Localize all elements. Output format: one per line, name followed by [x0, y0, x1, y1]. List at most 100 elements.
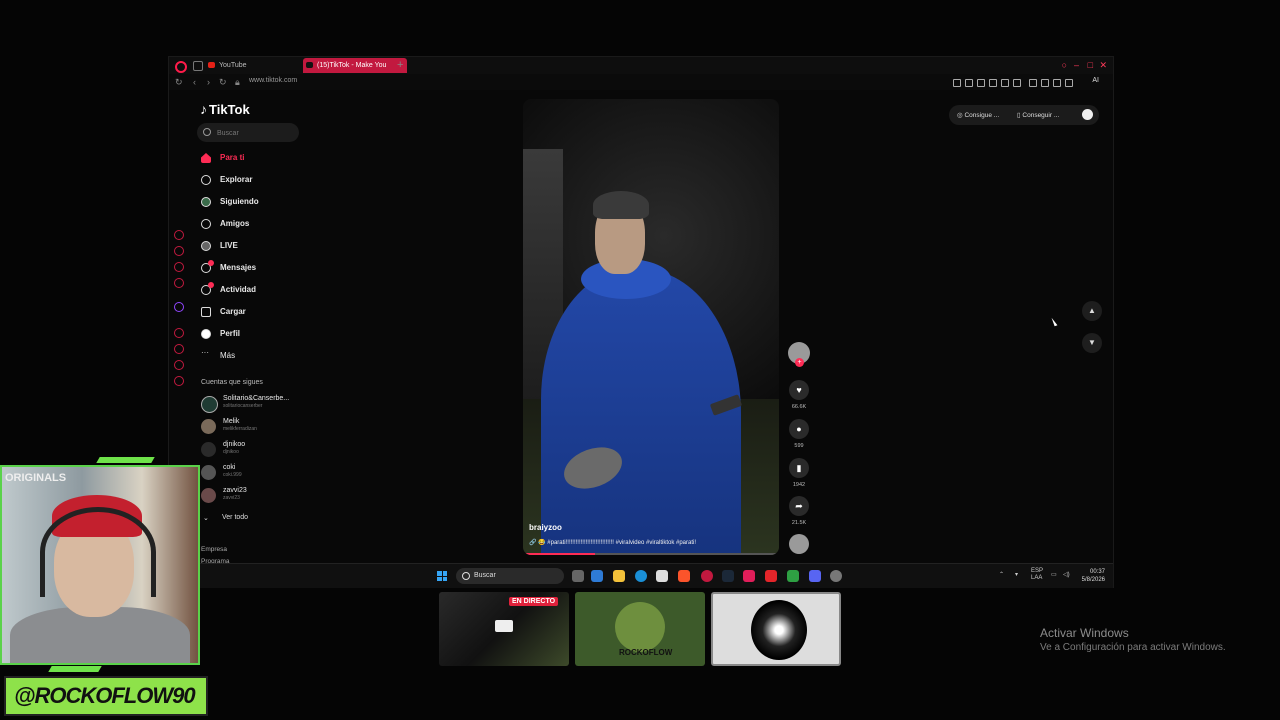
back-icon[interactable]: ‹ — [193, 77, 196, 87]
close-button[interactable]: ✕ — [1099, 60, 1107, 71]
minimize-button[interactable]: – — [1074, 60, 1079, 70]
aria-ai-button[interactable]: AI — [1092, 77, 1099, 84]
nav-cargar[interactable]: Cargar — [199, 304, 329, 322]
bookmarks-sidebar-icon[interactable] — [174, 360, 184, 370]
maximize-button[interactable]: □ — [1088, 60, 1093, 70]
search-box[interactable] — [197, 123, 299, 142]
nav-mensajes[interactable]: Mensajes — [199, 260, 329, 278]
scene-thumbnail-live[interactable]: EN DIRECTO — [439, 592, 569, 666]
theme-toggle[interactable] — [1082, 109, 1093, 120]
account-item[interactable]: djnikoo djnikoo — [199, 440, 309, 460]
account-item[interactable]: zavvi23 zavvi23 — [199, 486, 309, 506]
scene-thumbnail-avatar[interactable]: ROCKOFLOW — [575, 592, 705, 666]
language-indicator[interactable]: ESP LAA — [1031, 568, 1043, 582]
mic-icon[interactable]: ▾ — [1015, 571, 1018, 578]
comment-button[interactable]: ● — [789, 419, 809, 439]
shield-sidebar-icon[interactable] — [174, 262, 184, 272]
save-count: 1942 — [792, 482, 806, 488]
taskbar-search-label: Buscar — [474, 572, 496, 579]
app-icon[interactable] — [787, 570, 799, 582]
wallet-icon[interactable] — [1041, 79, 1049, 87]
refresh-icon[interactable]: ↻ — [219, 77, 227, 88]
webcam-decoration — [96, 457, 155, 463]
bookmark-icon[interactable] — [953, 79, 961, 87]
forward-icon[interactable]: › — [207, 77, 210, 87]
profile-icon — [201, 329, 211, 339]
history-icon[interactable] — [174, 230, 184, 240]
vpn-icon[interactable] — [989, 79, 997, 87]
network-icon[interactable]: ▭ — [1051, 571, 1057, 578]
nav-mas[interactable]: ··· Más — [199, 348, 329, 366]
aria-icon[interactable] — [174, 246, 184, 256]
workspace-icon[interactable] — [193, 61, 203, 71]
video-username[interactable]: braiyzoo — [529, 523, 562, 532]
shield-icon[interactable] — [977, 79, 985, 87]
nav-explorar[interactable]: Explorar — [199, 172, 329, 190]
nav-siguiendo[interactable]: Siguiendo — [199, 194, 329, 212]
copilot-icon[interactable] — [591, 570, 603, 582]
nav-actividad[interactable]: Actividad — [199, 282, 329, 300]
like-button[interactable]: ♥ — [789, 380, 809, 400]
see-all-link[interactable]: Ver todo — [222, 514, 248, 521]
get-coins-button[interactable]: ◎ Consigue ... — [957, 111, 999, 119]
taskbar-search[interactable]: Buscar — [456, 568, 564, 584]
search-tabs-icon[interactable]: ○ — [1062, 60, 1067, 70]
tiktok-logo[interactable]: ♪ TikTok — [200, 101, 250, 117]
download-icon[interactable] — [1053, 79, 1061, 87]
discord-icon[interactable] — [809, 570, 821, 582]
creator-avatar[interactable]: + — [788, 342, 810, 367]
twitch-icon[interactable] — [174, 302, 184, 312]
opera-gx-icon[interactable] — [701, 570, 713, 582]
snapshot-icon[interactable] — [965, 79, 973, 87]
file-explorer-icon[interactable] — [613, 570, 625, 582]
app-icon[interactable] — [743, 570, 755, 582]
edge-icon[interactable] — [635, 570, 647, 582]
task-view-icon[interactable] — [572, 570, 584, 582]
settings-icon[interactable] — [830, 570, 842, 582]
save-button[interactable]: ▮ — [789, 458, 809, 478]
new-tab-button[interactable]: + — [397, 58, 403, 73]
settings-sidebar-icon[interactable] — [174, 376, 184, 386]
nav-amigos[interactable]: Amigos — [199, 216, 329, 234]
video-player[interactable]: braiyzoo 🔗 😂 #parati!!!!!!!!!!!!!!!!!!!!… — [523, 99, 779, 555]
steam-icon[interactable] — [722, 570, 734, 582]
nav-para-ti[interactable]: Para ti — [199, 150, 329, 168]
notification-badge — [208, 260, 214, 266]
tab-youtube[interactable]: YouTube — [205, 58, 299, 73]
tab-label: (15)TikTok - Make You — [317, 62, 387, 69]
video-progress-bar[interactable] — [523, 553, 779, 555]
more-icon: ··· — [201, 348, 209, 357]
music-icon[interactable] — [174, 278, 184, 288]
windows-start-icon[interactable] — [437, 571, 447, 581]
follow-plus-icon[interactable]: + — [795, 358, 804, 367]
url-field[interactable]: www.tiktok.com — [249, 77, 297, 84]
pin-icon[interactable] — [1065, 79, 1073, 87]
tools-icon[interactable] — [174, 328, 184, 338]
brave-icon[interactable] — [678, 570, 690, 582]
sound-disc[interactable] — [789, 534, 809, 554]
volume-icon[interactable]: ◁) — [1063, 571, 1070, 578]
app-icon[interactable] — [765, 570, 777, 582]
search-input[interactable] — [215, 125, 297, 141]
extensions-icon[interactable] — [1029, 79, 1037, 87]
get-app-button[interactable]: ▯ Conseguir ... — [1017, 111, 1059, 119]
tray-chevron-icon[interactable]: ⌃ — [999, 571, 1004, 578]
nav-perfil[interactable]: Perfil — [199, 326, 329, 344]
taskbar-clock[interactable]: 00:37 5/8/2026 — [1082, 568, 1105, 584]
previous-video-button[interactable]: ▲ — [1082, 301, 1102, 321]
share-button[interactable]: ➦ — [789, 496, 809, 516]
reload-icon[interactable]: ↻ — [175, 77, 183, 88]
tab-tiktok[interactable]: (15)TikTok - Make You — [303, 58, 407, 73]
clock-icon[interactable] — [174, 344, 184, 354]
account-item[interactable]: Solitario&Canserbe... solitariocanserber — [199, 394, 309, 414]
account-item[interactable]: Melik melikferradizan — [199, 417, 309, 437]
store-icon[interactable] — [656, 570, 668, 582]
footer-link-empresa[interactable]: Empresa — [201, 546, 227, 553]
nav-live[interactable]: LIVE — [199, 238, 329, 256]
player-icon[interactable] — [1001, 79, 1009, 87]
scene-thumbnail-logo[interactable] — [711, 592, 841, 666]
next-video-button[interactable]: ▼ — [1082, 333, 1102, 353]
account-item[interactable]: coki coki.999 — [199, 463, 309, 483]
opera-logo-icon[interactable] — [175, 61, 187, 73]
heart-icon[interactable] — [1013, 79, 1021, 87]
